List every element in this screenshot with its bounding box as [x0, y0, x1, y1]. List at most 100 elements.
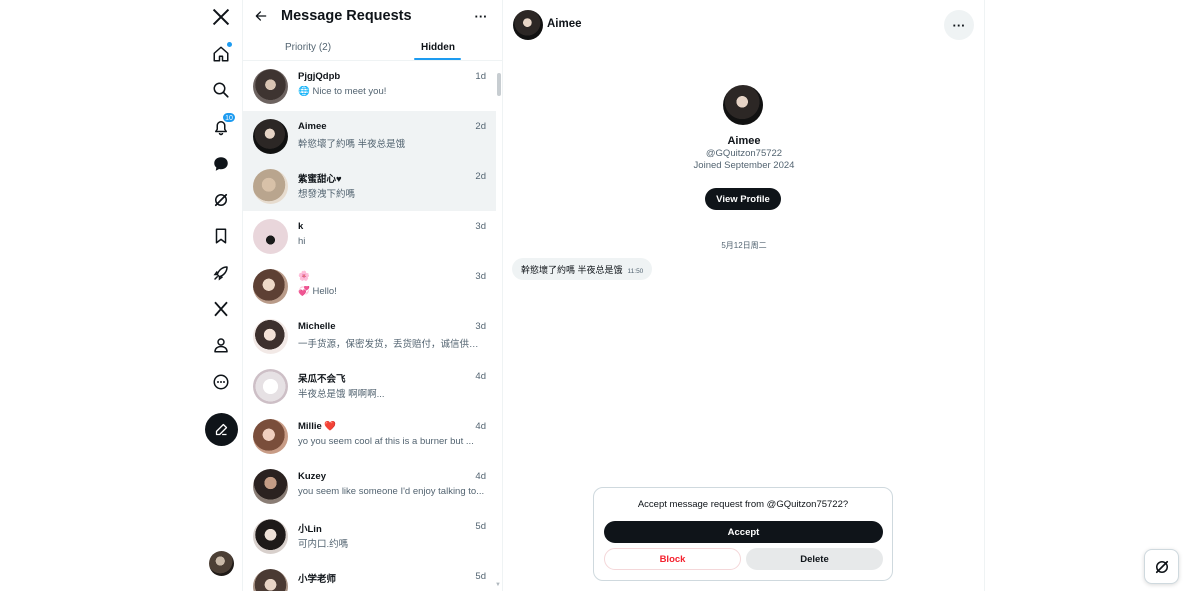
inbox-header: Message Requests ··· [243, 0, 502, 33]
conversation-snippet: 半夜总是饿 啊啊啊... [298, 389, 385, 400]
conversation-item[interactable]: k 3d hi [243, 211, 496, 261]
view-profile-button[interactable]: View Profile [705, 188, 781, 210]
back-button[interactable] [251, 6, 271, 26]
search-icon[interactable] [204, 73, 238, 107]
conversation-snippet: 💞 Hello! [298, 286, 337, 297]
conversation-snippet: yo you seem cool af this is a burner but… [298, 436, 474, 447]
avatar [253, 219, 288, 254]
profile-avatar[interactable] [723, 85, 763, 125]
conversation-time: 5d [475, 521, 486, 532]
conversation-item[interactable]: Michelle 3d 一手货源，保密发货，丢货赔付，诚信供应:... [243, 311, 496, 361]
delete-button[interactable]: Delete [746, 548, 883, 570]
accept-button[interactable]: Accept [604, 521, 883, 543]
conversation-item[interactable]: Millie ❤️ 4d yo you seem cool af this is… [243, 411, 496, 461]
conversation-time: 2d [475, 171, 486, 182]
conversation-name: 小Lin [298, 524, 322, 535]
conversation-time: 4d [475, 471, 486, 482]
conversation-name: 呆瓜不会飞 [298, 374, 346, 385]
avatar [253, 319, 288, 354]
conversation-name: Aimee [298, 121, 327, 132]
arrow-left-icon [255, 11, 267, 21]
message-text: 幹慾壞了約嗎 半夜总是饿 [521, 264, 623, 275]
conversation-header-name[interactable]: Aimee [547, 18, 582, 30]
conversation-item[interactable]: 小Lin 5d 可内口.约嗎 [243, 511, 496, 561]
tab-hidden[interactable]: Hidden [373, 33, 502, 61]
conversation-item[interactable]: 紫蜜甜心♥ 2d 想發洩下約嗎 [243, 161, 496, 211]
more-dots-icon: ··· [952, 17, 966, 33]
avatar [253, 519, 288, 554]
rocket-icon[interactable] [204, 256, 238, 290]
x-logo-icon[interactable] [204, 0, 238, 34]
conversation-name: 小学老师 [298, 574, 337, 585]
profile-joined-date: Joined September 2024 [693, 160, 795, 171]
conversation-snippet: 一手货源，保密发货，丢货赔付，诚信供应:... [298, 339, 488, 350]
conversation-item[interactable]: PjgjQdpb 1d 🌐 Nice to meet you! [243, 61, 496, 111]
conversation-pane: Aimee ··· Aimee @GQuitzon75722 Joined Se… [503, 0, 985, 591]
premium-x-icon[interactable] [204, 292, 238, 326]
message-time: 11:50 [627, 267, 644, 275]
compose-button[interactable] [205, 413, 238, 446]
conversation-list: PjgjQdpb 1d 🌐 Nice to meet you! Aimee 2d… [243, 61, 496, 591]
avatar [253, 369, 288, 404]
conversation-item[interactable]: Kuzey 4d you seem like someone I'd enjoy… [243, 461, 496, 511]
profile-name: Aimee [727, 135, 761, 147]
conversation-snippet: 可内口.约嗎 [298, 539, 349, 550]
conversation-time: 4d [475, 421, 486, 432]
avatar [253, 119, 288, 154]
avatar [253, 69, 288, 104]
scroll-down-arrow-icon[interactable]: ▼ [495, 582, 501, 588]
conversation-time: 3d [475, 221, 486, 232]
conversation-time: 2d [475, 121, 486, 132]
date-separator: 5月12日周二 [721, 241, 767, 250]
home-unread-dot [227, 42, 232, 47]
conversation-name: Michelle [298, 321, 336, 332]
conversation-item[interactable]: 小学老师 5d [243, 561, 496, 591]
message-request-dialog: Accept message request from @GQuitzon757… [593, 487, 893, 581]
more-options-button[interactable]: ··· [470, 5, 492, 27]
avatar [253, 419, 288, 454]
messages-icon[interactable] [204, 147, 238, 181]
profile-handle: @GQuitzon75722 [705, 148, 783, 159]
notifications-icon[interactable]: 10 [204, 110, 238, 144]
conversation-snippet: you seem like someone I'd enjoy talking … [298, 486, 485, 497]
message-bubble[interactable]: 幹慾壞了約嗎 半夜总是饿 11:50 [512, 258, 653, 280]
block-button[interactable]: Block [604, 548, 741, 570]
conversation-snippet: 幹慾壞了約嗎 半夜总是饿 [298, 139, 406, 150]
more-icon[interactable] [204, 365, 238, 399]
conversation-time: 1d [475, 71, 486, 82]
compose-icon [215, 423, 228, 436]
grok-floating-button[interactable] [1144, 549, 1179, 584]
avatar [253, 469, 288, 504]
grok-icon[interactable] [204, 183, 238, 217]
conversation-item[interactable]: Aimee 2d 幹慾壞了約嗎 半夜总是饿 [243, 111, 496, 161]
conversation-name: 🌸 [298, 271, 310, 282]
conversation-time: 3d [475, 321, 486, 332]
conversation-time: 4d [475, 371, 486, 382]
conversation-time: 5d [475, 571, 486, 582]
conversation-item[interactable]: 呆瓜不会飞 4d 半夜总是饿 啊啊啊... [243, 361, 496, 411]
grok-icon [1155, 560, 1168, 573]
home-icon[interactable] [204, 37, 238, 71]
conversation-name: k [298, 221, 304, 232]
conversation-name: Kuzey [298, 471, 326, 482]
avatar [253, 269, 288, 304]
bookmarks-icon[interactable] [204, 219, 238, 253]
page-title: Message Requests [281, 8, 412, 24]
profile-icon[interactable] [204, 328, 238, 362]
conversation-snippet: hi [298, 236, 306, 247]
message-requests-panel: Message Requests ··· Priority (2) Hidden… [243, 0, 503, 591]
nav-rail: 10 [0, 0, 243, 591]
conversation-name: PjgjQdpb [298, 71, 341, 82]
avatar [253, 569, 288, 591]
notifications-badge: 10 [222, 112, 236, 123]
scrollbar-thumb[interactable] [497, 73, 501, 96]
conversation-info-button[interactable]: ··· [944, 10, 974, 40]
tab-priority[interactable]: Priority (2) [243, 33, 373, 61]
account-avatar[interactable] [209, 551, 234, 576]
request-prompt: Accept message request from @GQuitzon757… [637, 499, 849, 510]
conversation-name: 紫蜜甜心♥ [298, 174, 342, 185]
conversation-snippet: 想發洩下約嗎 [298, 189, 356, 200]
conversation-item[interactable]: 🌸 3d 💞 Hello! [243, 261, 496, 311]
active-tab-indicator [414, 58, 461, 60]
header-avatar[interactable] [513, 10, 543, 40]
